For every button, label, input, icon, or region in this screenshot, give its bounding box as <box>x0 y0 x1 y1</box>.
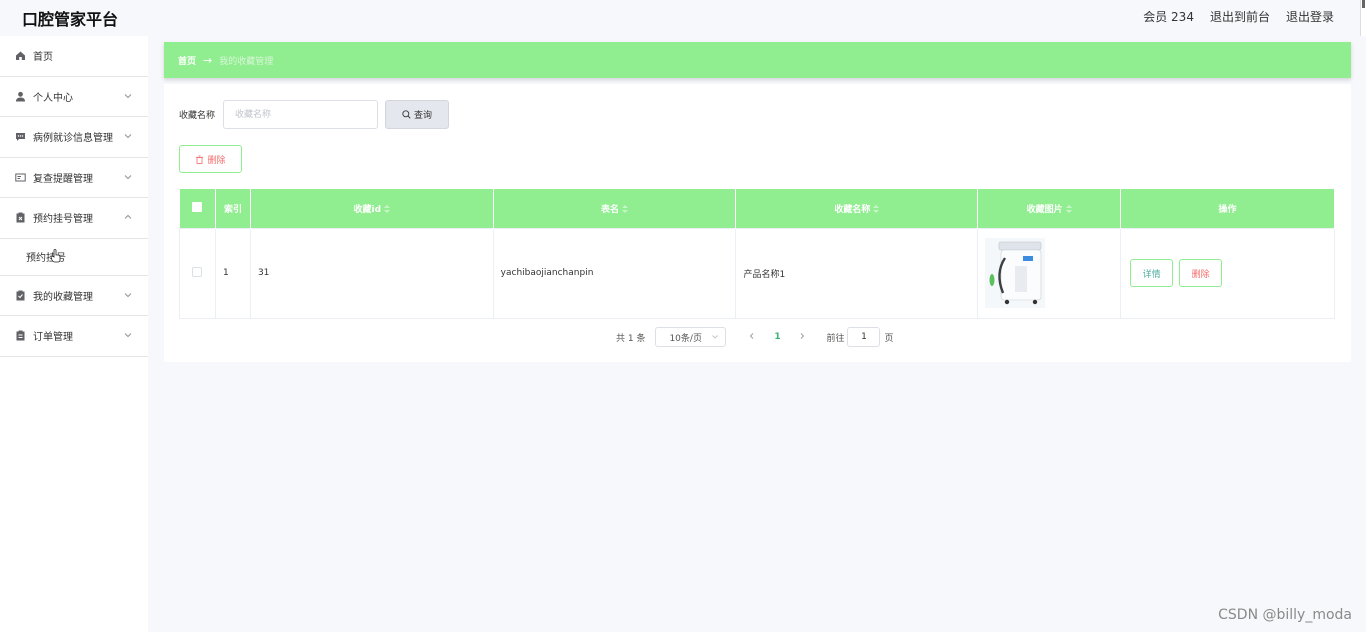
sidebar-item-my-favorites[interactable]: 我的收藏管理 <box>0 276 148 316</box>
search-button-label: 查询 <box>414 111 433 121</box>
sidebar-item-label: 个人中心 <box>33 92 73 104</box>
breadcrumb-home[interactable]: 首页 <box>178 54 196 67</box>
cell-index: 1 <box>214 227 251 319</box>
col-fav-image-header[interactable]: 收藏图片 <box>977 189 1122 228</box>
sidebar-item-orders[interactable]: 订单管理 <box>0 316 148 357</box>
sidebar-item-label: 病例就诊信息管理 <box>33 133 113 145</box>
watermark: CSDN @billy_moda <box>1218 607 1352 623</box>
home-icon <box>15 50 26 61</box>
select-all-checkbox[interactable] <box>192 201 203 212</box>
chevron-down-icon <box>124 134 132 139</box>
table-header-row: 索引 收藏id 表名 收藏名称 收藏图片 操作 <box>179 189 1335 228</box>
sidebar-item-appointments[interactable]: 预约挂号管理 <box>0 198 148 239</box>
cell-table-name: yachibaojianchanpin <box>492 227 737 319</box>
search-row: 收藏名称 查询 <box>179 100 450 129</box>
col-table-name-header[interactable]: 表名 <box>493 189 737 228</box>
prev-page-button[interactable] <box>742 332 762 343</box>
search-icon <box>402 110 411 119</box>
select-all-checkbox-cell[interactable] <box>179 189 216 228</box>
hand-cursor-icon <box>50 248 61 262</box>
back-to-front-link[interactable]: 退出到前台 <box>1210 8 1270 25</box>
product-image[interactable] <box>985 238 1046 308</box>
breadcrumb: 首页 → 我的收藏管理 <box>164 42 1351 78</box>
cell-actions: 详情 删除 <box>1120 227 1335 319</box>
chevron-down-icon <box>124 333 132 338</box>
detail-button[interactable]: 详情 <box>1130 259 1174 287</box>
chevron-left-icon <box>750 332 754 339</box>
sidebar-item-label: 首页 <box>33 52 53 64</box>
search-input[interactable] <box>223 100 379 129</box>
sidebar-item-label: 复查提醒管理 <box>33 173 93 185</box>
chevron-up-icon <box>124 214 132 219</box>
row-actions: 详情 删除 <box>1128 259 1334 287</box>
chevron-right-icon <box>801 332 805 339</box>
trash-icon <box>196 155 204 164</box>
chevron-down-icon <box>124 292 132 297</box>
chat-icon <box>15 131 26 142</box>
page-number[interactable]: 1 <box>762 332 792 342</box>
chevron-down-icon <box>124 93 132 98</box>
goto-label: 前往 <box>826 333 845 344</box>
sort-icon[interactable] <box>384 204 391 214</box>
user-icon <box>15 91 26 102</box>
sidebar-item-label: 预约挂号管理 <box>33 214 93 226</box>
pagination-total: 共 1 条 <box>616 333 646 344</box>
breadcrumb-separator: → <box>203 53 213 67</box>
window-scrollbar[interactable] <box>1360 0 1366 36</box>
cell-fav-id: 31 <box>249 227 494 319</box>
row-checkbox[interactable] <box>192 266 203 277</box>
row-delete-button[interactable]: 删除 <box>1179 259 1223 287</box>
top-actions: 会员 234 退出到前台 退出登录 <box>1143 8 1334 25</box>
user-label: 会员 234 <box>1143 10 1194 24</box>
cell-fav-name: 产品名称1 <box>735 227 979 319</box>
cell-fav-image <box>977 227 1122 319</box>
clipboard-icon <box>15 330 26 341</box>
sort-icon[interactable] <box>1065 204 1072 214</box>
next-page-button[interactable] <box>792 332 812 343</box>
sort-icon[interactable] <box>873 204 880 214</box>
sidebar-item-label: 订单管理 <box>33 332 73 344</box>
app-title: 口腔管家平台 <box>22 10 119 29</box>
goto-page-input[interactable] <box>847 327 881 347</box>
sidebar-item-case-visits[interactable]: 病例就诊信息管理 <box>0 117 148 158</box>
sidebar-item-personal-center[interactable]: 个人中心 <box>0 77 148 117</box>
top-bar: 口腔管家平台 会员 234 退出到前台 退出登录 <box>0 0 1366 36</box>
col-actions-header: 操作 <box>1120 189 1335 228</box>
search-button[interactable]: 查询 <box>385 100 450 129</box>
goto-unit: 页 <box>884 333 894 344</box>
col-index-header: 索引 <box>215 189 251 228</box>
content-panel: 收藏名称 查询 删除 索引 收藏id 表名 收藏名称 收藏图片 操作 <box>164 84 1351 362</box>
search-label: 收藏名称 <box>179 111 216 121</box>
submenu-item-appointment[interactable]: 预约挂号 <box>0 239 148 276</box>
batch-delete-button[interactable]: 删除 <box>179 145 242 173</box>
sidebar-item-recheck-reminders[interactable]: 复查提醒管理 <box>0 158 148 198</box>
breadcrumb-current: 我的收藏管理 <box>219 56 274 67</box>
clipboard-x-icon <box>15 212 26 223</box>
page-size-value: 10条/页 <box>669 333 702 344</box>
card-icon <box>15 172 26 183</box>
chevron-down-icon <box>712 335 719 339</box>
logout-link[interactable]: 退出登录 <box>1286 8 1334 25</box>
table-row: 1 31 yachibaojianchanpin 产品名称1 详情 删除 <box>179 227 1335 319</box>
favorites-table: 索引 收藏id 表名 收藏名称 收藏图片 操作 1 31 yachibaojia… <box>179 189 1335 319</box>
sidebar: 首页 个人中心 病例就诊信息管理 复查提醒管理 预约挂号管理 预约挂号 我的收藏… <box>0 36 148 632</box>
batch-delete-label: 删除 <box>207 155 226 166</box>
main-content: 首页 → 我的收藏管理 收藏名称 查询 删除 索引 收藏id 表名 <box>164 42 1351 362</box>
chevron-down-icon <box>124 174 132 179</box>
sidebar-item-home[interactable]: 首页 <box>0 36 148 77</box>
col-fav-name-header[interactable]: 收藏名称 <box>735 189 979 228</box>
clipboard-check-icon <box>15 290 26 301</box>
col-fav-id-header[interactable]: 收藏id <box>250 189 494 228</box>
sort-icon[interactable] <box>622 204 629 214</box>
page-size-select[interactable]: 10条/页 <box>655 327 727 347</box>
row-checkbox-cell[interactable] <box>179 227 216 319</box>
pagination: 共 1 条 10条/页 1 前往 页 <box>616 327 893 347</box>
sidebar-item-label: 我的收藏管理 <box>33 291 93 303</box>
